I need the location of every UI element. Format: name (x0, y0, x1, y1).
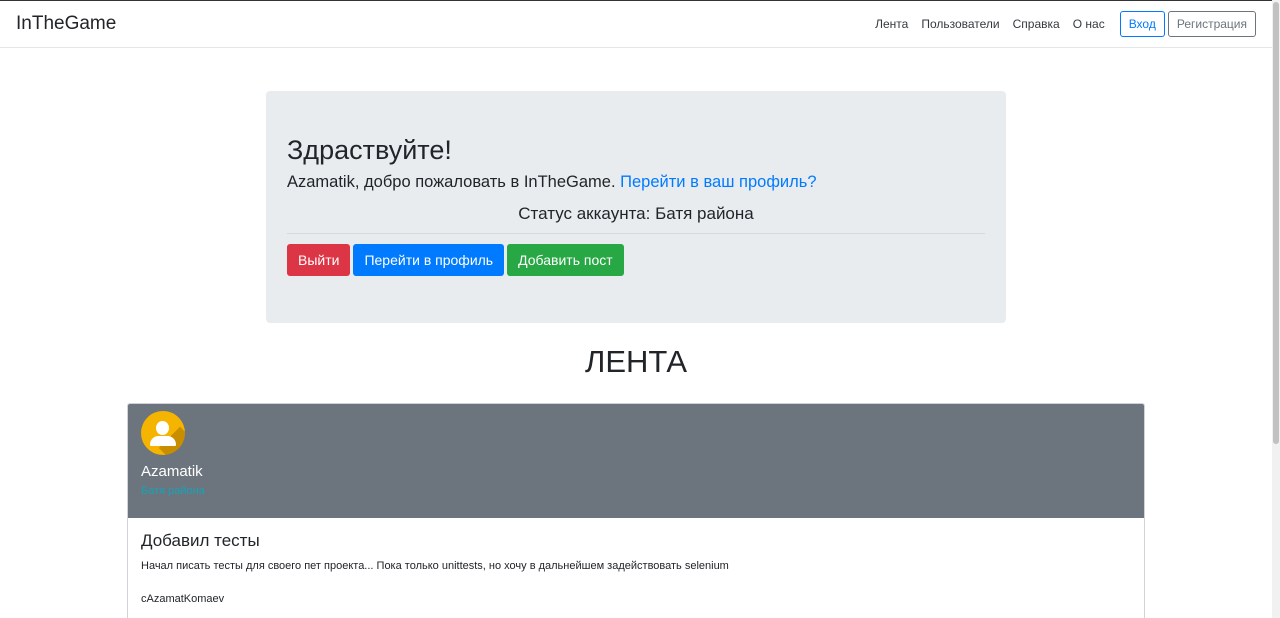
register-button[interactable]: Регистрация (1167, 11, 1256, 37)
greeting-text: Azamatik, добро пожаловать в InTheGame. (287, 173, 616, 191)
post-body: Добавил тесты Начал писать тесты для сво… (128, 518, 1144, 618)
divider (287, 233, 985, 234)
go-to-profile-button[interactable]: Перейти в профиль (353, 244, 505, 276)
logout-button[interactable]: Выйти (287, 244, 351, 276)
page-scrollbar[interactable] (1272, 0, 1280, 618)
welcome-panel: Здраствуйте! Azamatik, добро пожаловать … (266, 91, 1006, 323)
user-avatar-icon[interactable] (141, 411, 185, 455)
navbar: InTheGame Лента Пользователи Справка О н… (0, 0, 1272, 48)
nav-link-about[interactable]: О нас (1073, 17, 1105, 31)
post-text: Начал писать тесты для своего пет проект… (141, 560, 729, 572)
nav-link-users[interactable]: Пользователи (921, 17, 999, 31)
welcome-heading: Здраствуйте! (287, 135, 452, 165)
account-status: Статус аккаунта: Батя района (518, 204, 754, 223)
nav-link-feed[interactable]: Лента (875, 17, 908, 31)
welcome-actions: Выйти Перейти в профиль Добавить пост (287, 244, 985, 276)
welcome-text: Azamatik, добро пожаловать в InTheGame. … (287, 173, 985, 192)
brand-logo[interactable]: InTheGame (16, 13, 116, 35)
post-signature: cAzamatKomaev (141, 593, 225, 605)
post-author-status: Батя района (141, 485, 205, 497)
nav-links: Лента Пользователи Справка О нас Вход Ре… (875, 11, 1256, 37)
post-author[interactable]: Azamatik (141, 463, 1131, 480)
post-title: Добавил тесты (141, 531, 260, 550)
scrollbar-thumb[interactable] (1273, 2, 1279, 444)
post-header: Azamatik Батя района (128, 404, 1144, 518)
feed-title: ЛЕНТА (585, 344, 687, 379)
login-button[interactable]: Вход (1119, 11, 1165, 37)
nav-link-help[interactable]: Справка (1013, 17, 1060, 31)
profile-link[interactable]: Перейти в ваш профиль? (620, 173, 816, 191)
add-post-button[interactable]: Добавить пост (507, 244, 624, 276)
post-card: Azamatik Батя района Добавил тесты Начал… (127, 403, 1145, 618)
